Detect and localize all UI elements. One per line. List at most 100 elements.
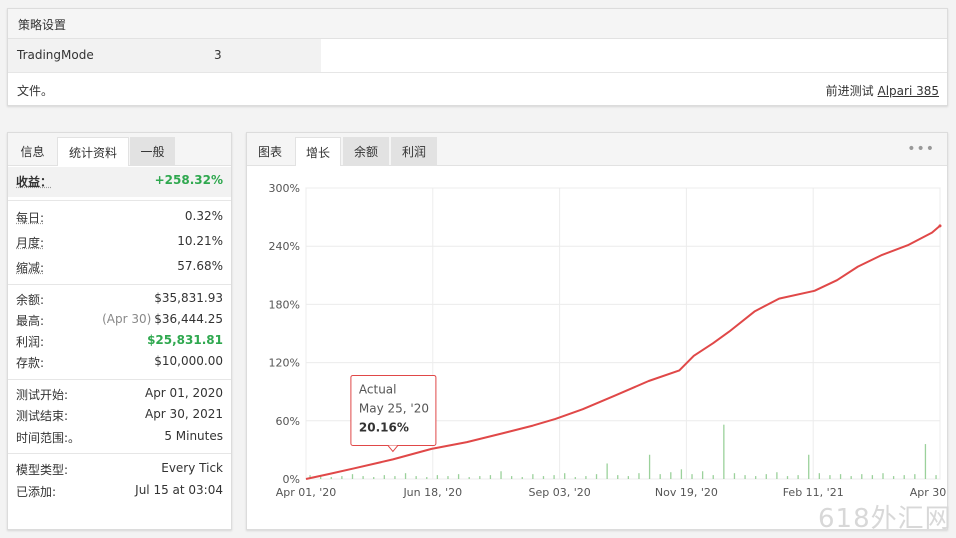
file-text: 文件。 xyxy=(17,84,54,98)
stat-timeframe: 时间范围:。 5 Minutes xyxy=(8,427,231,447)
volume-bar xyxy=(521,477,523,479)
volume-bar xyxy=(670,472,672,479)
volume-bar xyxy=(861,474,863,479)
tab-statistics[interactable]: 统计资料 xyxy=(57,137,129,166)
tab-chart[interactable]: 图表 xyxy=(247,137,293,166)
volume-bar xyxy=(786,476,789,479)
balance-label: 余额: xyxy=(16,293,45,307)
drawdown-value: 57.68% xyxy=(177,259,223,273)
volume-bar xyxy=(903,475,905,479)
volume-bar xyxy=(489,475,492,479)
volume-bar xyxy=(542,476,545,479)
stat-balance: 余额: $35,831.93 xyxy=(8,289,231,309)
forward-test: 前进测试 Alpari 385 xyxy=(826,82,939,99)
volume-bar xyxy=(362,476,364,479)
tab-profit[interactable]: 利润 xyxy=(391,137,437,166)
volume-bar xyxy=(755,476,757,479)
highest-value-group: (Apr 30) $36,444.25 xyxy=(102,312,223,326)
added-value: Jul 15 at 03:04 xyxy=(135,483,223,497)
volume-bar xyxy=(351,474,354,479)
volume-bar xyxy=(659,474,661,479)
volume-bar xyxy=(532,474,534,479)
volume-bar xyxy=(935,475,937,479)
gain-label: 收益： xyxy=(16,175,53,189)
volume-bar xyxy=(712,475,714,479)
stat-monthly: 月度: 10.21% xyxy=(8,232,231,252)
deposits-label: 存款: xyxy=(16,356,45,370)
volume-bar xyxy=(648,454,651,479)
added-label: 已添加: xyxy=(16,485,57,499)
file-row: 文件。 前进测试 Alpari 385 xyxy=(8,73,947,106)
stat-drawdown: 缩减: 57.68% xyxy=(8,257,231,277)
timeframe-value: 5 Minutes xyxy=(164,429,223,443)
volume-bar xyxy=(383,475,385,479)
x-tick-label: Apr 01, '20 xyxy=(276,486,337,499)
tab-general[interactable]: 一般 xyxy=(130,137,175,166)
timeframe-label: 时间范围:。 xyxy=(16,431,81,445)
tooltip-date: May 25, '20 xyxy=(359,401,429,415)
stat-model-type: 模型类型: Every Tick xyxy=(8,459,231,479)
volume-bar xyxy=(808,454,810,479)
highest-value: $36,444.25 xyxy=(154,312,223,326)
volume-bar xyxy=(733,473,736,479)
stat-gain: 收益： +258.32% xyxy=(8,171,231,191)
test-end-value: Apr 30, 2021 xyxy=(144,407,223,421)
volume-bar xyxy=(404,473,407,479)
model-type-label: 模型类型: xyxy=(16,463,69,477)
tooltip-title: Actual xyxy=(359,382,397,396)
monthly-value: 10.21% xyxy=(177,234,223,248)
volume-bar xyxy=(564,473,566,479)
volume-bar xyxy=(882,473,884,479)
tab-balance[interactable]: 余额 xyxy=(343,137,389,166)
x-tick-label: Sep 03, '20 xyxy=(528,486,590,499)
watermark: 618外汇网 xyxy=(818,504,952,534)
volume-bar xyxy=(415,476,417,479)
gain-value: +258.32% xyxy=(154,173,223,187)
volume-bar xyxy=(617,475,619,479)
stats-tabs: 信息 统计资料 一般 xyxy=(8,133,231,166)
volume-bar xyxy=(744,475,746,479)
stat-test-end: 测试结束: Apr 30, 2021 xyxy=(8,405,231,425)
volume-bar xyxy=(595,474,598,479)
deposits-value: $10,000.00 xyxy=(154,354,223,368)
volume-bar xyxy=(447,476,449,479)
y-tick-label: 240% xyxy=(269,240,300,253)
volume-bar xyxy=(468,477,470,479)
y-tick-label: 120% xyxy=(269,357,300,370)
model-type-value: Every Tick xyxy=(161,461,223,475)
drawdown-label: 缩减: xyxy=(16,261,45,275)
highest-label: 最高: xyxy=(16,314,45,328)
y-tick-label: 0% xyxy=(283,473,300,486)
highest-date: (Apr 30) xyxy=(102,312,152,326)
volume-bar xyxy=(776,472,778,479)
stat-test-start: 测试开始: Apr 01, 2020 xyxy=(8,384,231,404)
volume-bar xyxy=(436,475,439,479)
forward-test-link[interactable]: Alpari 385 xyxy=(878,84,940,98)
stat-deposits: 存款: $10,000.00 xyxy=(8,352,231,372)
more-dots-icon[interactable]: ••• xyxy=(907,141,935,157)
tab-info[interactable]: 信息 xyxy=(8,137,57,166)
daily-value: 0.32% xyxy=(184,209,223,223)
volume-bar xyxy=(871,475,874,479)
divider xyxy=(8,379,231,380)
stat-added: 已添加: Jul 15 at 03:04 xyxy=(8,481,231,501)
volume-bar xyxy=(479,476,481,479)
x-tick-label: Jun 18, '20 xyxy=(402,486,462,499)
volume-bar xyxy=(797,475,799,479)
divider xyxy=(8,453,231,454)
volume-bar xyxy=(510,476,513,479)
volume-bar xyxy=(723,424,725,479)
volume-bar xyxy=(924,444,927,479)
daily-label: 每日: xyxy=(16,211,45,225)
profit-value: $25,831.81 xyxy=(147,333,223,347)
volume-bar xyxy=(606,463,608,479)
volume-bar xyxy=(330,477,332,479)
volume-bar xyxy=(574,477,576,479)
test-end-label: 测试结束: xyxy=(16,409,69,423)
volume-bar xyxy=(585,476,587,479)
test-start-label: 测试开始: xyxy=(16,388,69,402)
tab-growth[interactable]: 增长 xyxy=(295,137,341,166)
chart-panel: 图表 增长 余额 利润 ••• 0% 60% 120% 180% 240% 300% Apr… xyxy=(246,132,948,530)
trading-mode-row: TradingMode 3 xyxy=(8,39,947,73)
series-point xyxy=(938,224,942,228)
